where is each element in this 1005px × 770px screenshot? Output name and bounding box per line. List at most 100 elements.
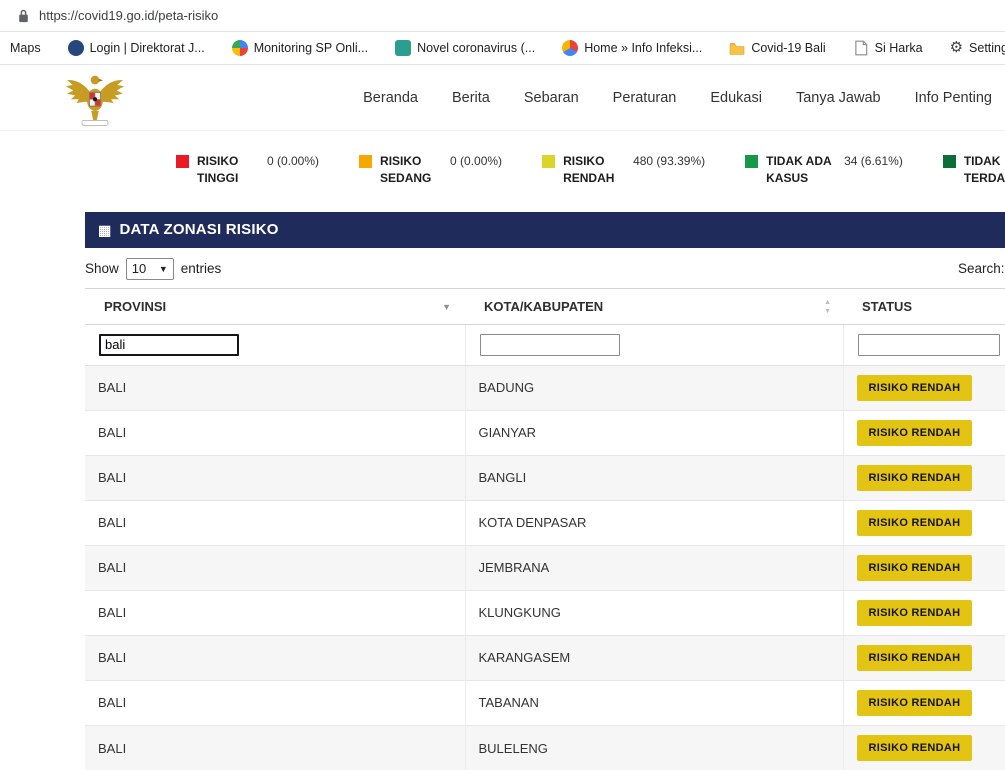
cell-kota: TABANAN [464, 679, 843, 726]
cell-kota: BULELENG [464, 724, 843, 770]
nav-info-penting[interactable]: Info Penting [915, 90, 992, 106]
status-badge: RISIKO RENDAH [856, 374, 973, 401]
bookmark-label: Covid-19 Bali [751, 41, 826, 55]
bookmark-home-info-infeksi[interactable]: Home » Info Infeksi... [562, 40, 702, 56]
cell-status: RISIKO RENDAH [842, 679, 1005, 726]
bookmark-covid19-bali-folder[interactable]: Covid-19 Bali [729, 40, 826, 56]
risk-legend: RISIKO TINGGI 0 (0.00%) RISIKO SEDANG 0 … [0, 131, 1005, 212]
bookmark-label: Login | Direktorat J... [89, 41, 205, 55]
risk-zone-table: PROVINSI ▼ KOTA/KABUPATEN ▲ ▼ STATUS bal… [85, 287, 1005, 770]
bookmark-login-direktorat[interactable]: Login | Direktorat J... [67, 40, 205, 56]
bookmark-maps[interactable]: Maps [10, 41, 41, 55]
legend-value: 0 (0.00%) [450, 154, 503, 168]
bookmark-monitoring-sp[interactable]: Monitoring SP Onli... [231, 40, 369, 56]
bookmark-settings[interactable]: ⚙ Settings [950, 40, 1005, 56]
cell-provinsi: BALI [85, 544, 465, 591]
status-badge: RISIKO RENDAH [856, 599, 973, 626]
bookmark-label: Si Harka [874, 41, 923, 55]
filter-cell-status [842, 324, 1005, 366]
provinsi-filter-input[interactable] [99, 333, 239, 356]
risk-color-swatch [542, 155, 556, 168]
legend-value: 480 (93.39%) [633, 154, 706, 168]
cell-provinsi: BALI [85, 634, 465, 681]
column-label: KOTA/KABUPATEN [484, 298, 604, 314]
status-badge: RISIKO RENDAH [856, 644, 973, 671]
main-nav: Beranda Berita Sebaran Peraturan Edukasi… [363, 65, 992, 131]
bookmark-label: Maps [10, 41, 41, 55]
bookmark-si-harka[interactable]: Si Harka [853, 40, 923, 56]
page-size-select[interactable]: 10 ▼ [125, 257, 174, 280]
nav-edukasi[interactable]: Edukasi [710, 90, 762, 106]
cell-provinsi: BALI [85, 589, 465, 636]
status-badge: RISIKO RENDAH [856, 554, 973, 581]
folder-icon [730, 43, 745, 55]
column-label: PROVINSI [104, 298, 167, 314]
show-label: Show [85, 261, 119, 277]
table-header-row: PROVINSI ▼ KOTA/KABUPATEN ▲ ▼ STATUS [85, 287, 1005, 325]
table-row: BALI TABANAN RISIKO RENDAH [85, 679, 1005, 726]
favicon-icon [395, 40, 412, 56]
cell-kota: BADUNG [464, 364, 843, 411]
cell-provinsi: BALI [85, 454, 465, 501]
bookmark-label: Home » Info Infeksi... [584, 41, 703, 55]
garuda-logo-icon[interactable] [64, 67, 126, 129]
legend-label: RISIKO SEDANG [380, 154, 432, 186]
browser-window: https://covid19.go.id/peta-risiko Maps L… [0, 0, 1005, 770]
cell-status: RISIKO RENDAH [842, 454, 1005, 501]
nav-sebaran[interactable]: Sebaran [524, 90, 579, 106]
filter-cell-kota [464, 324, 843, 366]
bookmark-label: Novel coronavirus (... [417, 41, 536, 55]
legend-risiko-tinggi: RISIKO TINGGI 0 (0.00%) [176, 153, 319, 188]
cell-status: RISIKO RENDAH [842, 499, 1005, 546]
status-filter-input[interactable] [857, 333, 1000, 356]
nav-berita[interactable]: Berita [452, 90, 490, 106]
table-row: BALI BANGLI RISIKO RENDAH [85, 454, 1005, 501]
cell-status: RISIKO RENDAH [842, 589, 1005, 636]
nav-peraturan[interactable]: Peraturan [613, 90, 677, 106]
url-bar[interactable]: https://covid19.go.id/peta-risiko [0, 0, 1005, 32]
risk-color-swatch [176, 155, 189, 168]
favicon-icon [231, 40, 248, 56]
cell-provinsi: BALI [85, 724, 465, 770]
table-controls: Show 10 ▼ entries Search: [85, 248, 1005, 288]
cell-status: RISIKO RENDAH [842, 544, 1005, 591]
chevron-down-icon: ▼ [158, 263, 168, 274]
sort-both-icon: ▲ ▼ [824, 298, 831, 316]
lock-icon[interactable] [18, 9, 29, 23]
legend-label: RISIKO RENDAH [563, 154, 615, 186]
column-header-kota-kabupaten[interactable]: KOTA/KABUPATEN ▲ ▼ [465, 287, 843, 325]
cell-kota: GIANYAR [464, 409, 843, 456]
table-row: BALI BULELENG RISIKO RENDAH [85, 724, 1005, 770]
status-badge: RISIKO RENDAH [856, 689, 973, 716]
cell-status: RISIKO RENDAH [842, 724, 1005, 770]
cell-kota: JEMBRANA [464, 544, 843, 591]
nav-beranda[interactable]: Beranda [363, 90, 418, 106]
data-panel: ▦ DATA ZONASI RISIKO Show 10 ▼ entries S… [85, 211, 1005, 770]
legend-label: RISIKO TINGGI [197, 154, 239, 186]
favicon-icon [67, 40, 84, 56]
url-text: https://covid19.go.id/peta-risiko [39, 8, 219, 23]
legend-tidak-terdampak: TIDAK TERDAMPAK 0 [942, 153, 1005, 188]
nav-tanya-jawab[interactable]: Tanya Jawab [796, 90, 881, 106]
bookmark-label: Settings [969, 41, 1005, 55]
search-label: Search: [958, 261, 1005, 277]
status-badge: RISIKO RENDAH [856, 735, 973, 762]
risk-color-swatch [359, 155, 373, 168]
legend-risiko-sedang: RISIKO SEDANG 0 (0.00%) [359, 153, 502, 188]
bookmarks-bar: Maps Login | Direktorat J... Monitoring … [0, 32, 1005, 65]
panel-title: DATA ZONASI RISIKO [119, 221, 279, 239]
bookmark-label: Monitoring SP Onli... [253, 41, 369, 55]
legend-value: 34 (6.61%) [844, 154, 903, 168]
favicon-icon [562, 40, 579, 56]
legend-risiko-rendah: RISIKO RENDAH 480 (93.39%) [542, 153, 705, 188]
table-row: BALI KARANGASEM RISIKO RENDAH [85, 634, 1005, 681]
risk-color-swatch [942, 155, 956, 168]
bookmark-novel-coronavirus[interactable]: Novel coronavirus (... [395, 40, 535, 56]
table-grid-icon: ▦ [98, 221, 112, 238]
risk-color-swatch [745, 155, 759, 168]
column-header-provinsi[interactable]: PROVINSI ▼ [85, 287, 465, 325]
panel-header: ▦ DATA ZONASI RISIKO [85, 211, 1005, 248]
column-header-status[interactable]: STATUS [843, 287, 1005, 325]
kota-filter-input[interactable] [479, 333, 620, 356]
table-row: BALI BADUNG RISIKO RENDAH [85, 364, 1005, 411]
